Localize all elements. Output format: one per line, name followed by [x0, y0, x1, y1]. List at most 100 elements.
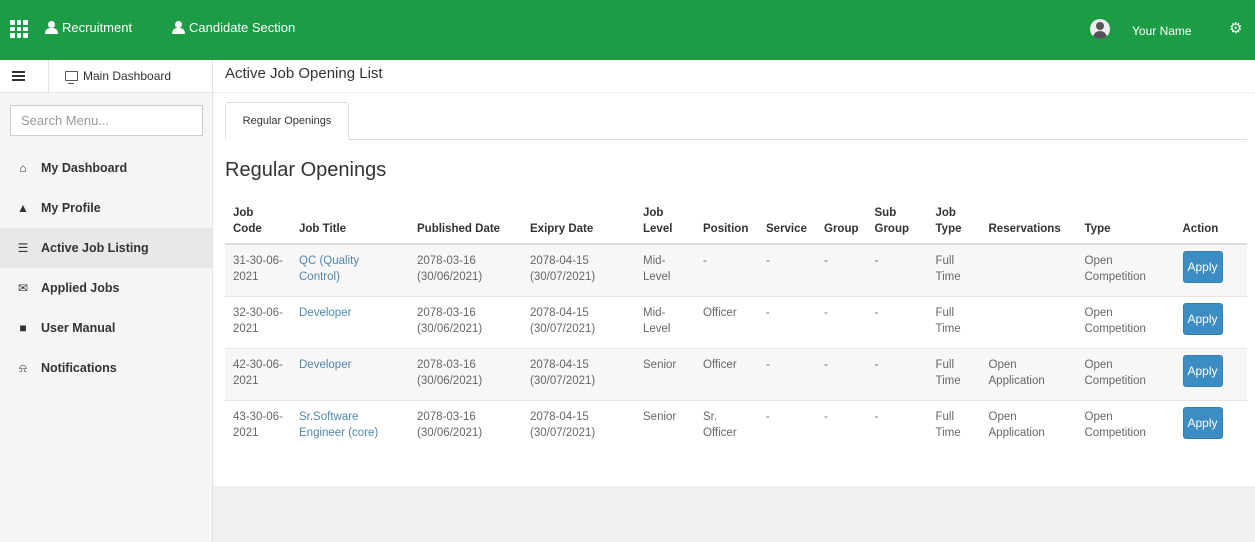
col-position: Position: [695, 192, 758, 245]
nav-recruitment-label: Recruitment: [62, 20, 133, 35]
cell-job-level: Mid-Level: [635, 295, 695, 348]
cell-group: -: [816, 295, 867, 348]
apply-button[interactable]: Apply: [1182, 406, 1223, 439]
page-title: Active Job Opening List: [225, 65, 383, 82]
sidebar-item-my-dashboard[interactable]: ⌂ My Dashboard: [0, 148, 212, 188]
nav-candidate-section-label: Candidate Section: [189, 20, 296, 35]
col-group: Group: [816, 192, 867, 245]
job-openings-table: Job Code Job Title Published Date Exipry…: [225, 192, 1247, 452]
search-menu-input[interactable]: [10, 105, 203, 136]
cell-reservations: [980, 295, 1077, 348]
cell-sub-group: -: [866, 295, 928, 348]
table-row: 31-30-06-2021 QC (Quality Control) 2078-…: [225, 243, 1247, 296]
cell-service: -: [758, 399, 816, 452]
content-panel: Active Job Opening List Regular Openings…: [213, 60, 1255, 486]
cell-position: Officer: [695, 347, 758, 400]
sidebar-item-user-manual[interactable]: ■ User Manual: [0, 308, 212, 348]
job-title-link[interactable]: Developer: [299, 307, 351, 319]
cell-job-level: Senior: [635, 347, 695, 400]
cell-job-code: 31-30-06-2021: [225, 243, 291, 296]
apps-grid-icon[interactable]: [10, 20, 28, 38]
user-icon: [44, 20, 58, 35]
table-row: 43-30-06-2021 Sr.Software Engineer (core…: [225, 399, 1247, 452]
cell-job-code: 43-30-06-2021: [225, 399, 291, 452]
cell-job-title: Developer: [291, 347, 409, 400]
cell-job-title: Sr.Software Engineer (core): [291, 399, 409, 452]
sidebar-item-label: Notifications: [41, 361, 117, 375]
col-job-title: Job Title: [291, 192, 409, 245]
cell-position: Sr. Officer: [695, 399, 758, 452]
job-title-link[interactable]: Sr.Software Engineer (core): [299, 411, 378, 439]
cell-action: Apply: [1174, 295, 1247, 348]
cell-action: Apply: [1174, 347, 1247, 400]
folder-icon: ■: [19, 321, 27, 335]
cell-type: Open Competition: [1076, 347, 1175, 400]
sidebar-item-notifications[interactable]: ⍾ Notifications: [0, 348, 212, 388]
col-type: Type: [1076, 192, 1175, 245]
cell-group: -: [816, 243, 867, 296]
table-row: 42-30-06-2021 Developer 2078-03-16 (30/0…: [225, 347, 1247, 400]
apply-button[interactable]: Apply: [1182, 354, 1223, 387]
sidebar-item-label: My Dashboard: [41, 161, 128, 175]
hamburger-menu-icon[interactable]: [12, 71, 25, 81]
cell-job-title: QC (Quality Control): [291, 243, 409, 296]
sidebar-item-my-profile[interactable]: ▲ My Profile: [0, 188, 212, 228]
cell-action: Apply: [1174, 243, 1247, 296]
cell-type: Open Competition: [1076, 399, 1175, 452]
cell-type: Open Competition: [1076, 295, 1175, 348]
sidebar: Main Dashboard ⌂ My Dashboard ▲ My Profi…: [0, 60, 213, 542]
top-navbar: Recruitment Candidate Section Your Name …: [0, 0, 1255, 60]
cell-job-code: 32-30-06-2021: [225, 295, 291, 348]
cell-service: -: [758, 243, 816, 296]
col-sub-group: Sub Group: [866, 192, 928, 245]
cell-sub-group: -: [866, 243, 928, 296]
col-reservations: Reservations: [980, 192, 1077, 245]
cell-reservations: Open Application: [980, 347, 1077, 400]
col-service: Service: [758, 192, 816, 245]
cell-service: -: [758, 295, 816, 348]
cell-sub-group: -: [866, 399, 928, 452]
home-icon: ⌂: [19, 161, 27, 175]
job-title-link[interactable]: QC (Quality Control): [299, 255, 359, 283]
main-dashboard-link[interactable]: Main Dashboard: [65, 69, 172, 84]
sidebar-item-label: My Profile: [41, 201, 101, 215]
cell-sub-group: -: [866, 347, 928, 400]
cell-position: -: [695, 243, 758, 296]
cell-expiry-date: 2078-04-15 (30/07/2021): [522, 295, 635, 348]
cell-job-code: 42-30-06-2021: [225, 347, 291, 400]
cell-job-type: Full Time: [927, 295, 981, 348]
cell-type: Open Competition: [1076, 243, 1175, 296]
section-title: Regular Openings: [225, 159, 387, 181]
cell-job-level: Senior: [635, 399, 695, 452]
nav-candidate-section[interactable]: Candidate Section: [171, 20, 295, 35]
tab-regular-openings[interactable]: Regular Openings: [225, 102, 349, 140]
apply-button[interactable]: Apply: [1182, 302, 1223, 335]
sidebar-item-applied-jobs[interactable]: ✉ Applied Jobs: [0, 268, 212, 308]
apply-button[interactable]: Apply: [1182, 251, 1223, 283]
user-avatar-icon[interactable]: [1090, 19, 1110, 39]
user-icon: [171, 20, 185, 35]
cell-job-type: Full Time: [927, 399, 981, 452]
table-header-row: Job Code Job Title Published Date Exipry…: [225, 192, 1247, 245]
cell-position: Officer: [695, 295, 758, 348]
sidebar-item-label: Active Job Listing: [41, 241, 149, 255]
cell-published-date: 2078-03-16 (30/06/2021): [409, 295, 522, 348]
col-job-code: Job Code: [225, 192, 291, 245]
sidebar-item-label: User Manual: [41, 321, 116, 335]
sidebar-header: Main Dashboard: [0, 60, 212, 93]
cell-job-level: Mid-Level: [635, 243, 695, 296]
cell-group: -: [816, 347, 867, 400]
user-icon: ▲: [17, 201, 29, 215]
gear-icon[interactable]: ⚙: [1229, 21, 1242, 36]
job-title-link[interactable]: Developer: [299, 359, 351, 371]
user-name[interactable]: Your Name: [1132, 24, 1192, 38]
cell-job-type: Full Time: [927, 243, 981, 296]
col-job-level: Job Level: [635, 192, 695, 245]
nav-recruitment[interactable]: Recruitment: [44, 20, 132, 35]
cell-published-date: 2078-03-16 (30/06/2021): [409, 243, 522, 296]
main-dashboard-label: Main Dashboard: [83, 69, 172, 83]
col-published-date: Published Date: [409, 192, 522, 245]
sidebar-item-label: Applied Jobs: [41, 281, 120, 295]
envelope-icon: ✉: [17, 281, 29, 295]
sidebar-item-active-job-listing[interactable]: ☰ Active Job Listing: [0, 228, 212, 268]
